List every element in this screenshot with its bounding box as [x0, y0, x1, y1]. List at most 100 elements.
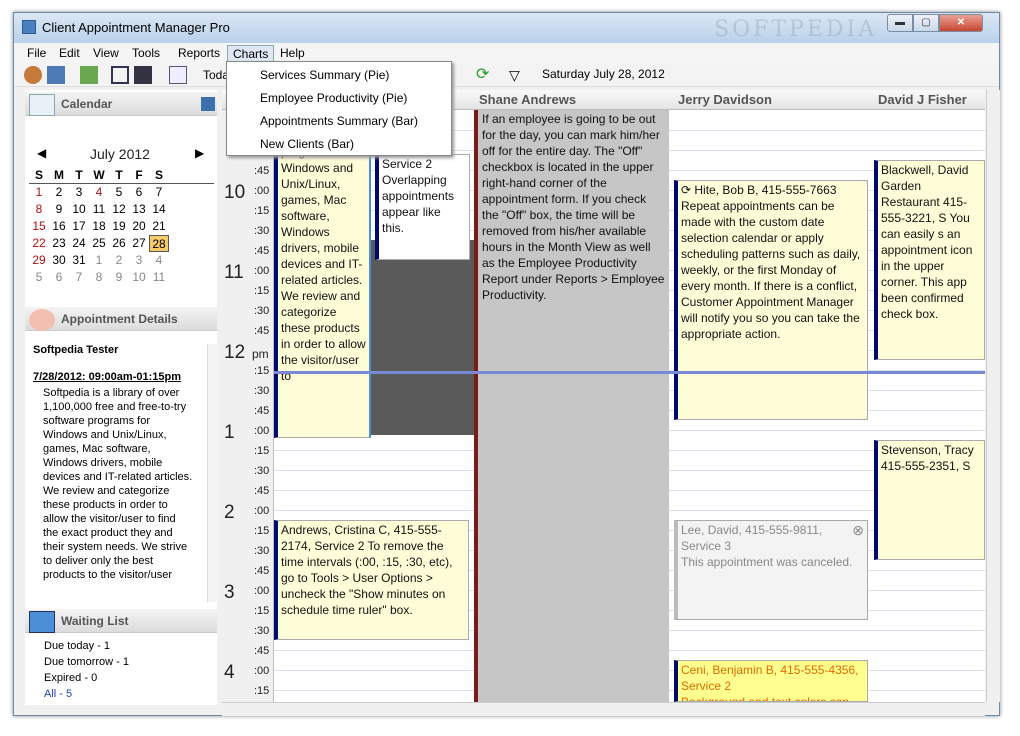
calendar-day[interactable]: 31	[69, 252, 89, 269]
calendar-day[interactable]: 26	[109, 235, 129, 252]
calendar-day[interactable]: 20	[129, 218, 149, 235]
calendar-day[interactable]: 17	[69, 218, 89, 235]
calendar-day[interactable]: 24	[69, 235, 89, 252]
waiting-due-tomorrow[interactable]: Due tomorrow - 1	[44, 656, 129, 668]
minute-label: :45	[254, 165, 270, 177]
waiting-list-header[interactable]: Waiting List	[25, 609, 217, 633]
calendar-day[interactable]: 1	[29, 184, 49, 201]
schedule-horizontal-scrollbar[interactable]	[222, 702, 985, 716]
calendar-header[interactable]: Calendar	[25, 92, 217, 116]
maximize-button[interactable]: ▢	[913, 14, 939, 32]
appointment-blackwell[interactable]: Blackwell, David Garden Restaurant 415-5…	[874, 160, 985, 360]
menu-help[interactable]: Help	[275, 45, 310, 62]
calendar-day[interactable]: 25	[89, 235, 109, 252]
calendar-day[interactable]: 4	[149, 252, 169, 269]
calendar-day[interactable]: 11	[89, 201, 109, 218]
card-icon[interactable]	[47, 66, 65, 84]
calendar-day[interactable]: 9	[109, 269, 129, 286]
calendar-day[interactable]: 29	[29, 252, 49, 269]
calendar-day[interactable]: 8	[89, 269, 109, 286]
clients-icon[interactable]	[24, 66, 42, 84]
calendar-day[interactable]: 16	[49, 218, 69, 235]
menu-edit[interactable]: Edit	[54, 45, 85, 62]
menu-charts[interactable]: Charts	[227, 45, 275, 62]
minimize-button[interactable]: ▬	[887, 14, 913, 32]
appointment-hite[interactable]: ⟳ Hite, Bob B, 415-555-7663 Repeat appoi…	[674, 180, 868, 420]
appt-details-header[interactable]: Appointment Details	[25, 307, 217, 331]
minute-label: :00	[254, 265, 270, 277]
calendar-day[interactable]: 23	[49, 235, 69, 252]
minute-label: :15	[254, 445, 270, 457]
details-scrollbar[interactable]	[207, 344, 219, 602]
calendar-day[interactable]: 11	[149, 269, 169, 286]
calendar-day[interactable]: 12	[109, 201, 129, 218]
column-shane-andrews[interactable]: Shane Andrews	[479, 92, 576, 107]
close-button[interactable]: ✕	[939, 14, 983, 32]
filter-icon[interactable]: ▽	[509, 66, 527, 84]
collapse-icon[interactable]	[201, 97, 215, 111]
column-jerry-davidson[interactable]: Jerry Davidson	[678, 92, 772, 107]
appt-date[interactable]: 7/28/2012: 09:00am-01:15pm	[33, 371, 181, 383]
calendar-day[interactable]: 6	[129, 184, 149, 201]
calendar-day[interactable]: 7	[149, 184, 169, 201]
waiting-due-today[interactable]: Due today - 1	[44, 640, 110, 652]
calendar-day[interactable]: 2	[109, 252, 129, 269]
list-icon[interactable]	[169, 66, 187, 84]
menu-view[interactable]: View	[88, 45, 124, 62]
calendar-day[interactable]: 1	[89, 252, 109, 269]
appointment-overlap[interactable]: Service 2 Overlapping appointments appea…	[375, 154, 470, 260]
calendar-day[interactable]: 3	[69, 184, 89, 201]
waiting-expired[interactable]: Expired - 0	[44, 672, 97, 684]
menu-item-employee-productivity[interactable]: Employee Productivity (Pie)	[260, 91, 407, 105]
calendar-day[interactable]: 22	[29, 235, 49, 252]
calendar-day[interactable]: 27	[129, 235, 149, 252]
binoculars-icon[interactable]	[134, 66, 152, 84]
weekday-row: SMTWTFS	[29, 167, 214, 184]
calendar-day[interactable]: 28	[149, 235, 169, 252]
checklist-icon[interactable]	[80, 66, 98, 84]
appointment-softpedia[interactable]: and free-to-try software programs for Wi…	[274, 110, 371, 438]
off-day-note: If an employee is going to be out for th…	[482, 112, 665, 302]
calendar-day[interactable]: 6	[49, 269, 69, 286]
schedule-vertical-scrollbar[interactable]	[986, 90, 1000, 702]
minute-label: :15	[254, 685, 270, 697]
column-david-fisher[interactable]: David J Fisher	[878, 92, 967, 107]
menu-item-new-clients[interactable]: New Clients (Bar)	[260, 137, 354, 151]
appointment-ceni[interactable]: Ceni, Benjamin B, 415-555-4356, Service …	[674, 660, 868, 702]
menu-tools[interactable]: Tools	[127, 45, 165, 62]
calendar-day[interactable]: 10	[129, 269, 149, 286]
calendar-day[interactable]: 8	[29, 201, 49, 218]
calendar-title: Calendar	[61, 97, 113, 111]
minute-label: :00	[254, 665, 270, 677]
repeat-icon-title: ⟳ Hite, Bob B, 415-555-7663	[681, 183, 837, 197]
waiting-all[interactable]: All - 5	[44, 688, 72, 700]
menu-item-services-summary[interactable]: Services Summary (Pie)	[260, 68, 389, 82]
appointment-lee-canceled[interactable]: ⊗ Lee, David, 415-555-9811, Service 3 Thi…	[674, 520, 868, 620]
app-icon	[22, 20, 36, 34]
calendar-day[interactable]: 7	[69, 269, 89, 286]
calendar-day[interactable]: 2	[49, 184, 69, 201]
prev-month-button[interactable]: ◀	[37, 146, 46, 160]
search-icon[interactable]	[111, 66, 129, 84]
calendar-day[interactable]: 5	[109, 184, 129, 201]
appointment-andrews[interactable]: Andrews, Cristina C, 415-555-2174, Servi…	[274, 520, 469, 640]
menu-reports[interactable]: Reports	[173, 45, 225, 62]
calendar-day[interactable]: 15	[29, 218, 49, 235]
menu-file[interactable]: File	[22, 45, 51, 62]
refresh-icon[interactable]: ⟳	[476, 66, 494, 84]
calendar-day[interactable]: 9	[49, 201, 69, 218]
next-month-button[interactable]: ▶	[195, 146, 204, 160]
calendar-day[interactable]: 30	[49, 252, 69, 269]
minute-label: :15	[254, 525, 270, 537]
appointment-stevenson[interactable]: Stevenson, Tracy 415-555-2351, S	[874, 440, 985, 560]
menu-item-appointments-summary[interactable]: Appointments Summary (Bar)	[260, 114, 418, 128]
calendar-day[interactable]: 4	[89, 184, 109, 201]
calendar-day[interactable]: 18	[89, 218, 109, 235]
calendar-day[interactable]: 5	[29, 269, 49, 286]
calendar-day[interactable]: 19	[109, 218, 129, 235]
calendar-day[interactable]: 10	[69, 201, 89, 218]
calendar-day[interactable]: 13	[129, 201, 149, 218]
calendar-day[interactable]: 3	[129, 252, 149, 269]
calendar-day[interactable]: 21	[149, 218, 169, 235]
calendar-day[interactable]: 14	[149, 201, 169, 218]
